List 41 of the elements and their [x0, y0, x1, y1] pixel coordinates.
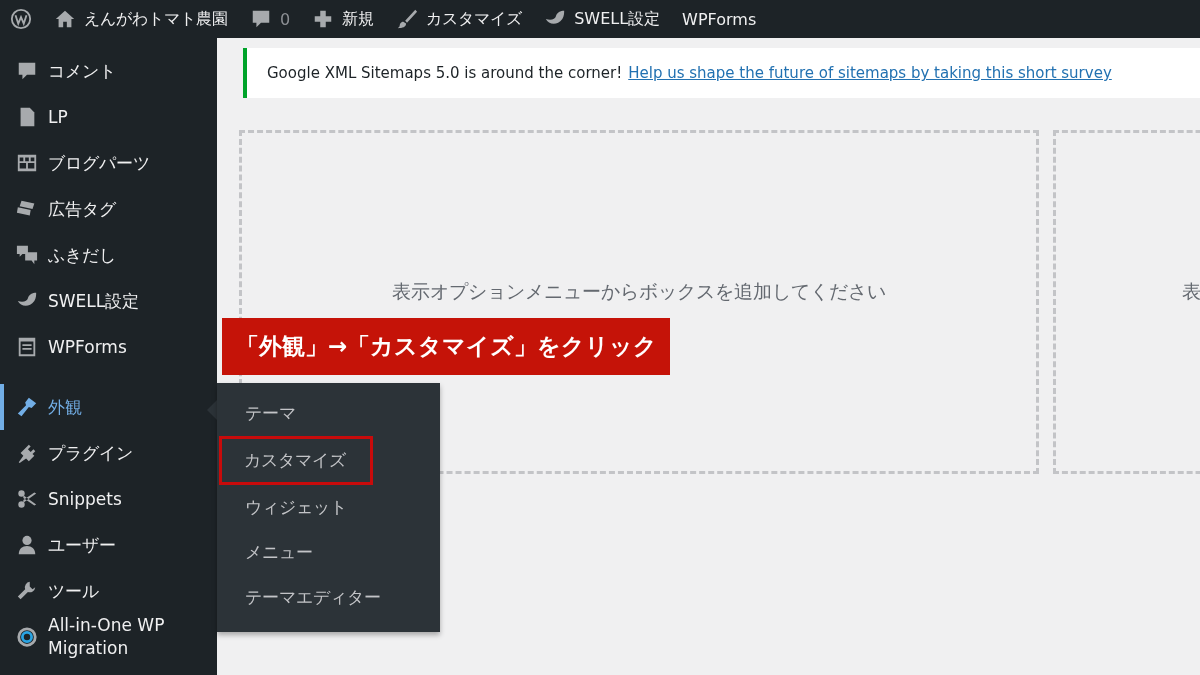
sidebar-item[interactable]: ツール	[0, 568, 217, 614]
sidebar-item[interactable]: LP	[0, 94, 217, 140]
submenu-item[interactable]: カスタマイズ	[219, 436, 373, 485]
wpforms-link[interactable]: WPForms	[682, 9, 757, 29]
comments-link[interactable]: 0	[250, 8, 291, 30]
plug-icon	[16, 442, 38, 464]
sidebar-item[interactable]: ふきだし	[0, 232, 217, 278]
submenu-item[interactable]: テーマ	[217, 391, 323, 436]
home-icon	[54, 8, 76, 30]
form-icon	[16, 336, 38, 358]
speech-bubble-icon	[250, 8, 272, 30]
sidebar-item[interactable]: ブログパーツ	[0, 140, 217, 186]
notice-text: Google XML Sitemaps 5.0 is around the corner!	[267, 64, 623, 82]
sidebar-item[interactable]: 広告タグ	[0, 186, 217, 232]
sidebar-item[interactable]: WPForms	[0, 324, 217, 370]
swell-settings-link[interactable]: SWELL設定	[544, 8, 661, 30]
submenu-item[interactable]: テーマエディター	[217, 575, 408, 620]
brush-icon	[396, 8, 419, 30]
sidebar-item[interactable]: コメント	[0, 48, 217, 94]
site-name-link[interactable]: えんがわトマト農園	[54, 8, 228, 30]
annotation-callout: 「外観」→「カスタマイズ」をクリック	[222, 318, 670, 375]
wrench-icon	[16, 580, 38, 602]
brush-icon	[16, 396, 38, 418]
empty-area-hint: 表	[1182, 279, 1200, 304]
submenu-item[interactable]: メニュー	[217, 530, 340, 575]
user-icon	[16, 534, 38, 556]
speech-bubble-icon	[16, 60, 38, 82]
new-content-link[interactable]: 新規	[312, 8, 375, 30]
grid-icon	[16, 152, 38, 174]
submenu-item[interactable]: ウィジェット	[217, 485, 374, 530]
sidebar-item[interactable]: Snippets	[0, 476, 217, 522]
sidebar-item[interactable]: ユーザー	[0, 522, 217, 568]
wordpress-logo-icon[interactable]	[10, 8, 32, 30]
sidebar-item[interactable]: SWELL設定	[0, 278, 217, 324]
sidebar-item[interactable]: All-in-One WP Migration	[0, 614, 217, 660]
survey-link[interactable]: Help us shape the future of sitemaps by taking this short survey	[628, 64, 1112, 82]
scissors-icon	[16, 488, 38, 510]
customize-link[interactable]: カスタマイズ	[396, 8, 523, 30]
empty-area-hint: 表示オプションメニューからボックスを追加してください	[392, 279, 886, 304]
speech-bubbles-icon	[16, 244, 38, 266]
sidebar-item[interactable]: プラグイン	[0, 430, 217, 476]
